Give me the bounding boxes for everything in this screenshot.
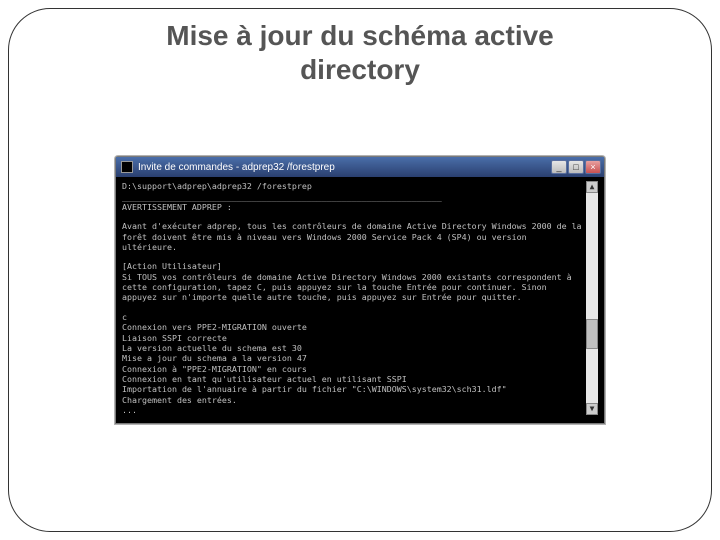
console-line: Chargement des entrées. — [122, 395, 237, 405]
page-title: Mise à jour du schéma active directory — [120, 19, 600, 86]
console-line: Liaison SSPI correcte — [122, 333, 227, 343]
slide-frame: Mise à jour du schéma active directory I… — [8, 8, 712, 532]
window-buttons: _ □ × — [551, 160, 601, 174]
console-output: D:\support\adprep\adprep32 /forestprep _… — [116, 177, 604, 423]
console-line: ... — [122, 405, 137, 415]
scroll-up-button[interactable]: ▲ — [586, 181, 598, 193]
console-line: AVERTISSEMENT ADPREP : — [122, 202, 232, 212]
console-line: D:\support\adprep\adprep32 /forestprep — [122, 181, 312, 191]
console-line: Connexion à "PPE2-MIGRATION" en cours — [122, 364, 307, 374]
console-line: La version actuelle du schema est 30 — [122, 343, 302, 353]
console-line: Si TOUS vos contrôleurs de domaine Activ… — [122, 272, 577, 303]
window-titlebar[interactable]: Invite de commandes - adprep32 /forestpr… — [116, 157, 604, 177]
command-prompt-window: Invite de commandes - adprep32 /forestpr… — [115, 156, 605, 424]
console-line: Importation de l'annuaire à partir du fi… — [122, 384, 507, 394]
scroll-down-button[interactable]: ▼ — [586, 403, 598, 415]
scroll-track[interactable] — [586, 193, 598, 403]
console-line: Mise a jour du schema a la version 47 — [122, 353, 307, 363]
console-line: c — [122, 312, 127, 322]
console-text: D:\support\adprep\adprep32 /forestprep _… — [122, 181, 582, 415]
close-button[interactable]: × — [585, 160, 601, 174]
console-line: ________________________________________… — [122, 192, 442, 202]
scroll-thumb[interactable] — [586, 319, 598, 349]
console-line: [Action Utilisateur] — [122, 261, 222, 271]
embedded-screenshot: Invite de commandes - adprep32 /forestpr… — [115, 156, 605, 424]
minimize-button[interactable]: _ — [551, 160, 567, 174]
window-title: Invite de commandes - adprep32 /forestpr… — [138, 162, 546, 173]
cmd-icon — [121, 161, 133, 173]
scrollbar[interactable]: ▲ ▼ — [586, 181, 598, 415]
maximize-button[interactable]: □ — [568, 160, 584, 174]
console-line: Avant d'exécuter adprep, tous les contrô… — [122, 221, 587, 252]
console-line: Connexion vers PPE2-MIGRATION ouverte — [122, 322, 307, 332]
console-line: Connexion en tant qu'utilisateur actuel … — [122, 374, 407, 384]
